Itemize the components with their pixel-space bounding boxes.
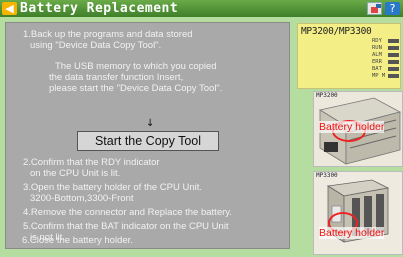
back-button[interactable]: ◀: [2, 2, 17, 15]
indicator-alm-led: [388, 53, 399, 57]
indicator-mpm-label: MP M: [372, 73, 386, 79]
step-3-line-1: 3.Open the battery holder of the CPU Uni…: [23, 182, 203, 193]
mp3300-device-image: [314, 172, 402, 254]
battery-holder-label-top: Battery holder: [319, 121, 385, 133]
start-copy-tool-button[interactable]: Start the Copy Tool: [77, 131, 219, 151]
mp3300-photo: MP3300 Battery holder: [313, 171, 403, 255]
mp3300-label: MP3300: [316, 172, 338, 179]
arrow-down-icon: ↓: [146, 118, 155, 129]
indicator-alm-label: ALM: [372, 52, 382, 58]
step-6: 6.Close the battery holder.: [22, 235, 133, 246]
step-3-line-2: 3200-Bottom,3300-Front: [30, 193, 134, 204]
indicator-err-led: [388, 60, 399, 64]
app-window: ◀ Battery Replacement ? 1.Back up the pr…: [0, 0, 403, 257]
indicator-bat-label: BAT: [372, 66, 382, 72]
indicator-run-led: [388, 46, 399, 50]
indicator-rdy-led: [388, 39, 399, 43]
step-1-line-1: 1.Back up the programs and data stored: [23, 29, 193, 40]
step-5-line-1: 5.Confirm that the BAT indicator on the …: [23, 221, 229, 232]
help-button[interactable]: ?: [385, 2, 400, 15]
panel-view-button[interactable]: [367, 2, 382, 15]
arrow-left-icon: ◀: [5, 2, 14, 15]
step-1-line-2: using "Device Data Copy Tool".: [30, 40, 162, 51]
note-line-3: please start the "Device Data Copy Tool"…: [49, 83, 223, 94]
help-icon: ?: [389, 2, 396, 15]
indicator-bat-led: [388, 67, 399, 71]
step-4: 4.Remove the connector and Replace the b…: [23, 207, 232, 218]
note-line-1: The USB memory to which you copied: [55, 61, 217, 72]
step-2-line-1: 2.Confirm that the RDY indicator: [23, 157, 160, 168]
note-line-2: the data transfer function Insert,: [49, 72, 184, 83]
indicator-mpm-led: [388, 74, 399, 78]
battery-holder-label-bottom: Battery holder: [319, 227, 385, 239]
indicator-run-label: RUN: [372, 45, 382, 51]
mp3200-photo: MP3200 Battery holder: [313, 91, 403, 167]
cpu-model-label: MP3200/MP3300: [301, 26, 372, 37]
cpu-indicator-panel: MP3200/MP3300 RDY RUN ALM ERR BAT MP M: [297, 23, 401, 89]
indicator-rdy-label: RDY: [372, 38, 382, 44]
instruction-panel: 1.Back up the programs and data stored u…: [5, 22, 290, 249]
indicator-err-label: ERR: [372, 59, 382, 65]
mp3200-label: MP3200: [316, 92, 338, 99]
title-bar: ◀ Battery Replacement ?: [0, 0, 403, 17]
step-2-line-2: on the CPU Unit is lit.: [30, 168, 121, 179]
page-title: Battery Replacement: [20, 1, 179, 16]
